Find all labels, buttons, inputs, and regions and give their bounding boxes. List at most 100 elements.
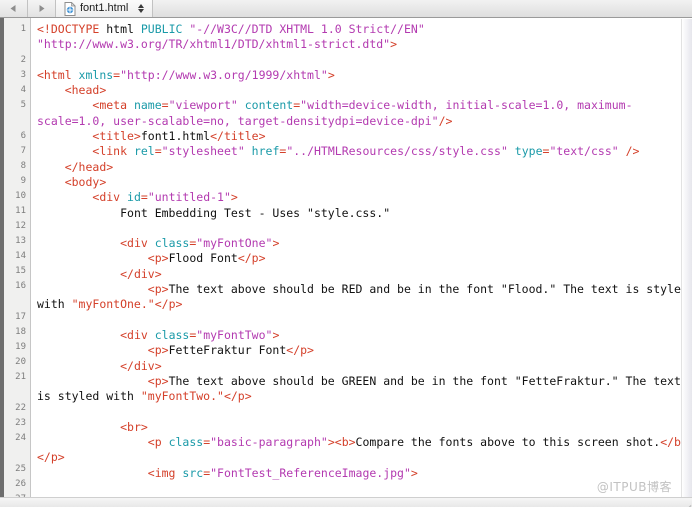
line-number: 7	[20, 146, 26, 156]
line-number: 17	[15, 312, 26, 322]
code-token: "myFontOne"	[196, 236, 273, 251]
code-token: <html	[37, 67, 79, 82]
code-token: "myFontTwo."	[140, 389, 224, 404]
code-token: >	[327, 67, 335, 82]
code-area[interactable]: <!DOCTYPE html PUBLIC "-//W3C//DTD XHTML…	[31, 18, 692, 506]
code-token: />	[438, 113, 453, 128]
code-token: >	[390, 37, 398, 52]
code-token: src	[182, 465, 204, 480]
line-number-gutter: 1 2 3 4 5 6 7 8 9 10 11 12 13 14 15 16 17 18 19 20 21 22 23 24 2…	[4, 18, 31, 506]
code-line: <br>	[37, 420, 692, 435]
code-token: class	[168, 435, 204, 450]
code-line: <link rel="stylesheet" href="../HTMLReso…	[37, 144, 692, 159]
code-token: </div>	[120, 358, 162, 373]
code-line: <p>FetteFraktur Font</p>	[37, 343, 692, 358]
line-number: 1	[20, 24, 26, 34]
code-line: <p>The text above should be GREEN and be…	[37, 374, 692, 405]
code-line: <meta name="viewport" content="width=dev…	[37, 98, 692, 129]
code-token: >	[410, 465, 418, 480]
code-token: Flood Font	[168, 251, 238, 266]
code-token: <title>	[92, 129, 141, 144]
code-token: type	[507, 144, 543, 159]
line-number: 5	[20, 100, 26, 110]
line-number: 21	[15, 372, 26, 382]
line-number: 18	[15, 327, 26, 337]
code-token: "stylesheet"	[161, 144, 245, 159]
code-token: </p>	[223, 389, 252, 404]
tab-bar-empty-area	[153, 0, 692, 17]
code-token: FetteFraktur Font	[168, 343, 287, 358]
code-token: >	[272, 327, 280, 342]
code-token: <div	[120, 236, 155, 251]
tab-stepper[interactable]	[135, 4, 146, 13]
code-token: html	[106, 22, 134, 36]
line-number: 22	[15, 403, 26, 413]
code-token: class	[154, 327, 190, 342]
code-line: </div>	[37, 359, 692, 374]
forward-button[interactable]	[28, 0, 56, 17]
line-number: 26	[15, 479, 26, 489]
code-token: <p>	[147, 373, 169, 388]
code-token: <div	[92, 190, 128, 205]
code-line: <html xmlns="http://www.w3.org/1999/xhtm…	[37, 68, 692, 83]
code-line: <head>	[37, 83, 692, 98]
stepper-down-icon[interactable]	[137, 9, 144, 13]
code-token: </p>	[37, 450, 65, 465]
code-line: <!DOCTYPE html PUBLIC "-//W3C//DTD XHTML…	[37, 22, 692, 53]
code-token: xmlns	[78, 67, 114, 82]
line-number: 9	[20, 176, 26, 186]
tab-font1-html[interactable]: font1.html	[56, 0, 154, 17]
code-token: <body>	[64, 174, 107, 189]
resize-grip-icon[interactable]	[678, 493, 692, 507]
code-token: />	[625, 144, 640, 159]
code-token: >	[272, 236, 280, 251]
code-token: </p>	[286, 343, 314, 358]
code-token: <head>	[64, 83, 107, 98]
forward-arrow-icon	[39, 5, 45, 12]
code-line: <div id="untitled-1">	[37, 190, 692, 205]
code-token: content	[237, 98, 294, 113]
code-line: <p class="basic-paragraph"><b>Compare th…	[37, 435, 692, 466]
line-number: 11	[15, 206, 26, 216]
code-line: <body>	[37, 175, 692, 190]
code-token: <p>	[147, 282, 169, 297]
stepper-up-icon[interactable]	[137, 4, 144, 8]
line-number: 6	[20, 131, 26, 141]
code-token: "myFontTwo"	[196, 327, 273, 342]
code-editor-window: font1.html 1 2 3 4 5 6 7 8 9 10 11 12 13 14 15 16 17 18 19…	[0, 0, 692, 507]
line-number: 19	[15, 342, 26, 352]
code-token: "untitled-1"	[147, 190, 231, 205]
code-token: "myFontOne."	[71, 297, 155, 312]
line-number: 13	[15, 236, 26, 246]
status-bar	[0, 497, 692, 507]
code-token: </p>	[154, 297, 183, 312]
code-token: "FontTest_ReferenceImage.jpg"	[210, 465, 411, 480]
code-token: rel	[133, 144, 155, 159]
code-token: name	[133, 98, 162, 113]
code-line: <p>The text above should be RED and be i…	[37, 282, 692, 313]
code-token: "text/css"	[549, 144, 619, 159]
code-token: <meta	[92, 98, 134, 113]
line-number: 14	[15, 251, 26, 261]
html-document-icon	[64, 1, 76, 16]
code-token: <div	[120, 327, 155, 342]
code-token: Compare the fonts above to this screen s…	[355, 435, 661, 450]
vertical-scrollbar[interactable]	[681, 19, 692, 507]
code-token: href	[244, 144, 280, 159]
code-token: =	[140, 190, 148, 205]
code-token: "basic-paragraph"	[210, 435, 328, 450]
back-button[interactable]	[0, 0, 28, 17]
code-line: <div class="myFontOne">	[37, 236, 692, 251]
